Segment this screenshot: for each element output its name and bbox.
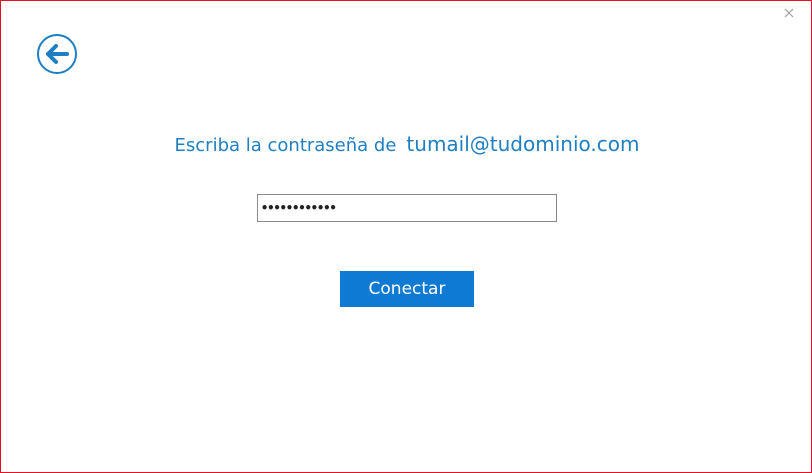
back-arrow-icon xyxy=(37,34,77,74)
back-button[interactable] xyxy=(37,34,77,74)
close-button[interactable] xyxy=(781,5,797,21)
prompt-label: Escriba la contraseña de xyxy=(174,135,397,156)
password-input[interactable] xyxy=(257,194,557,222)
password-prompt: Escriba la contraseña de tumail@tudominio… xyxy=(1,132,812,156)
connect-button[interactable]: Conectar xyxy=(340,271,474,307)
account-email: tumail@tudominio.com xyxy=(406,132,640,156)
login-dialog: Escriba la contraseña de tumail@tudominio… xyxy=(0,0,812,473)
close-icon xyxy=(784,8,794,18)
